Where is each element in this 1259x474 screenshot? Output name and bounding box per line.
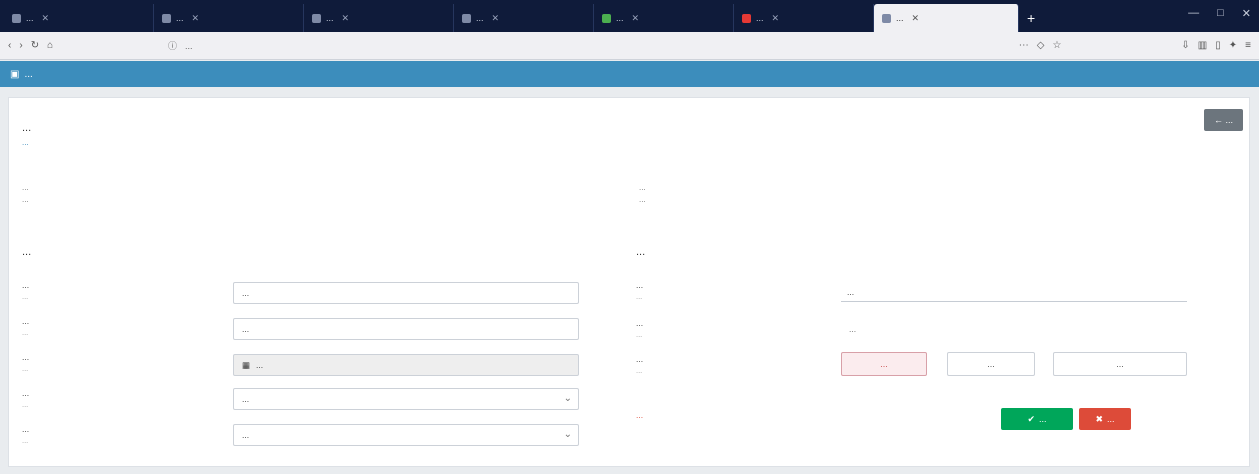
phone-input[interactable]: ... (849, 324, 856, 334)
close-tab-icon[interactable]: ✕ (492, 13, 500, 24)
favicon-icon (882, 13, 891, 23)
note-right: ... ... (639, 183, 646, 204)
close-tab-icon[interactable]: ✕ (342, 13, 350, 24)
new-tab-button[interactable]: + (1019, 4, 1043, 32)
browser-tab[interactable]: ... ✕ (154, 4, 304, 32)
close-tab-icon[interactable]: ✕ (632, 13, 640, 24)
field-label: ...... (22, 352, 30, 373)
arrow-left-icon: ← (1213, 115, 1223, 125)
app-header: ▣ ... (0, 61, 1259, 87)
browser-tab[interactable]: ... ✕ (734, 4, 874, 32)
library-icon[interactable]: ▥ (1198, 40, 1207, 51)
favicon-icon (462, 13, 471, 23)
menu-dots-icon[interactable]: ⋯ (1019, 40, 1029, 51)
browser-tab[interactable]: ... ✕ (304, 4, 454, 32)
pocket-icon[interactable]: ◇ (1037, 40, 1045, 51)
favicon-icon (12, 13, 21, 23)
bookmark-star-icon[interactable]: ☆ (1052, 40, 1061, 51)
chevron-down-icon: ⌄ (563, 393, 572, 404)
birthdate-input[interactable]: ▦... (233, 354, 579, 376)
email-input[interactable]: ... (841, 282, 1187, 302)
close-window-icon[interactable]: ✕ (1242, 7, 1251, 20)
download-icon[interactable]: ⇩ (1181, 40, 1189, 51)
close-tab-icon[interactable]: ✕ (772, 13, 780, 24)
close-tab-icon[interactable]: ✕ (912, 13, 920, 24)
browser-tab[interactable]: ... ✕ (454, 4, 594, 32)
home-icon[interactable]: ⌂ (47, 40, 53, 51)
app-brand[interactable]: ... (24, 69, 32, 80)
field-label: ...... (22, 424, 30, 445)
calendar-icon: ▦ (242, 359, 251, 370)
browser-nav-bar: ‹ › ↻ ⌂ ⓘ ... ⋯ ◇ ☆ ⇩ ▥ ▯ ✦ ≡ (0, 32, 1259, 60)
close-icon: ✖ (1095, 413, 1104, 424)
gender-select[interactable]: ... ⌄ (233, 388, 579, 410)
extension-icon[interactable]: ✦ (1229, 40, 1237, 51)
address-bar-actions: ⋯ ◇ ☆ (1019, 40, 1062, 51)
section-title-left: ... (22, 246, 32, 258)
sidebar-icon[interactable]: ▯ (1215, 40, 1221, 51)
back-button[interactable]: ← ... (1203, 109, 1243, 131)
chevron-down-icon: ⌄ (563, 429, 572, 440)
favicon-icon (742, 13, 751, 23)
maximize-icon[interactable]: □ (1217, 7, 1224, 20)
field-label: ...... (22, 388, 30, 409)
error-message: ... (636, 410, 644, 420)
forward-icon[interactable]: › (19, 40, 22, 51)
field-label: ...... (636, 318, 644, 339)
captcha-input[interactable]: ... (947, 352, 1035, 376)
reset-button[interactable]: ✖... (1079, 408, 1131, 430)
lock-icon: ⓘ (168, 41, 178, 51)
name-input[interactable]: ... (233, 282, 579, 304)
note-left: ... ... (22, 183, 29, 204)
field-label: ...... (636, 280, 644, 301)
submit-button[interactable]: ✔... (1001, 408, 1073, 430)
page-title: ... (22, 122, 32, 134)
birthplace-input[interactable]: ... (233, 318, 579, 340)
field-label: ...... (636, 354, 644, 375)
window-controls: — □ ✕ (1188, 7, 1251, 20)
close-tab-icon[interactable]: ✕ (192, 13, 200, 24)
browser-tab-active[interactable]: ... ✕ (874, 4, 1019, 32)
field-label: ...... (22, 316, 30, 337)
app-logo-icon: ▣ (10, 68, 20, 80)
favicon-icon (162, 13, 171, 23)
check-icon: ✔ (1027, 413, 1036, 424)
minimize-icon[interactable]: — (1188, 7, 1199, 20)
field-label: ...... (22, 280, 30, 301)
reload-icon[interactable]: ↻ (31, 40, 39, 51)
section-title-right: ... (636, 246, 646, 258)
browser-tab[interactable]: ... ✕ (4, 4, 154, 32)
favicon-icon (312, 13, 321, 23)
browser-tab-bar: ... ✕ ... ✕ ... ✕ ... ✕ ... ✕ ... ✕ ... ✕ + — □… (0, 0, 1259, 32)
occupation-select[interactable]: ... ⌄ (233, 424, 579, 446)
extensions: ⇩ ▥ ▯ ✦ ≡ (1181, 40, 1251, 51)
form-panel: ← ... ... ... ... ... ... ... ... ... ..… (8, 97, 1250, 467)
page-subtitle: ... (22, 138, 29, 147)
hamburger-icon[interactable]: ≡ (1245, 40, 1251, 51)
close-tab-icon[interactable]: ✕ (42, 13, 50, 24)
browser-tab[interactable]: ... ✕ (594, 4, 734, 32)
favicon-icon (602, 13, 611, 23)
url-text: ... (185, 40, 193, 51)
refresh-captcha-button[interactable]: ... (1053, 352, 1187, 376)
back-icon[interactable]: ‹ (8, 40, 11, 51)
nav-buttons: ‹ › ↻ ⌂ (8, 40, 168, 51)
address-bar[interactable]: ⓘ ... (168, 39, 1019, 52)
captcha-image: ... (841, 352, 927, 376)
